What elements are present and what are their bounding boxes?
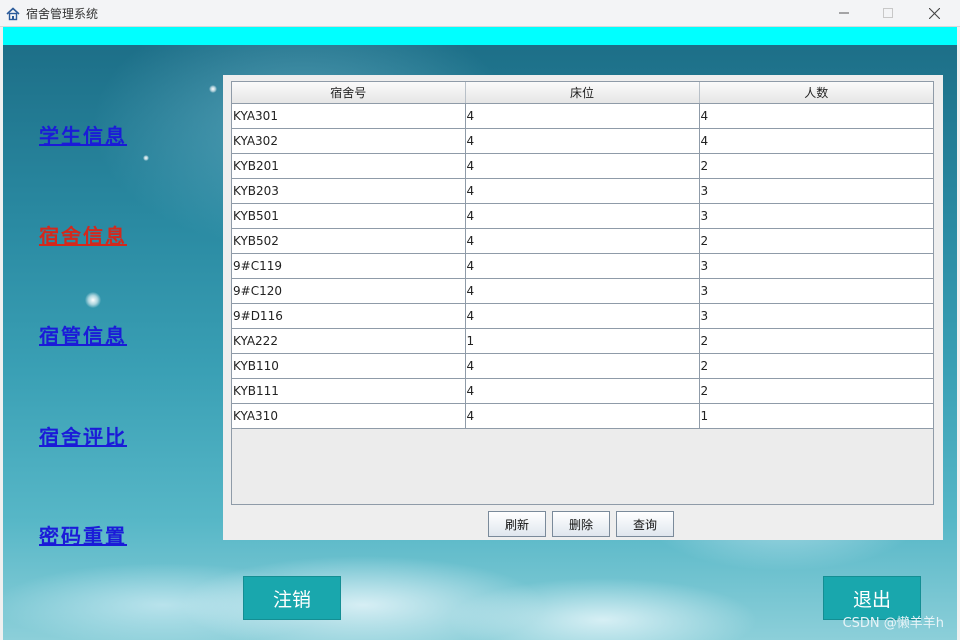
- table-row[interactable]: 9#C120 4 3: [232, 278, 933, 304]
- nav-dorm-rating[interactable]: 宿舍评比: [39, 421, 127, 450]
- table-row[interactable]: KYB111 4 2: [232, 378, 933, 404]
- table-row[interactable]: KYA302 4 4: [232, 128, 933, 154]
- table-cell[interactable]: 4: [464, 353, 700, 379]
- content-panel: 宿舍号 床位 人数 KYA301 4 4 KYA302 4 4 KYB201 4 2 KYB203…: [223, 75, 943, 540]
- table-cell[interactable]: 1: [464, 328, 700, 354]
- table-cell[interactable]: KYB111: [232, 378, 466, 404]
- table-cell[interactable]: KYA310: [232, 403, 466, 429]
- table-row[interactable]: KYB201 4 2: [232, 153, 933, 179]
- table-cell[interactable]: 4: [464, 303, 700, 329]
- table-row[interactable]: KYB110 4 2: [232, 353, 933, 379]
- table-cell[interactable]: 4: [464, 203, 700, 229]
- table-cell[interactable]: KYA302: [232, 128, 466, 154]
- table-cell[interactable]: KYB501: [232, 203, 466, 229]
- close-icon: [928, 7, 940, 19]
- dorm-table-scrollpane[interactable]: 宿舍号 床位 人数 KYA301 4 4 KYA302 4 4 KYB201 4 2 KYB203…: [231, 81, 934, 505]
- refresh-button[interactable]: 刷新: [488, 511, 546, 537]
- table-cell[interactable]: 2: [698, 153, 933, 179]
- table-cell[interactable]: 3: [698, 203, 933, 229]
- dorm-table: 宿舍号 床位 人数 KYA301 4 4 KYA302 4 4 KYB201 4 2 KYB203…: [232, 82, 933, 429]
- table-row[interactable]: KYA310 4 1: [232, 403, 933, 429]
- table-cell[interactable]: 4: [464, 278, 700, 304]
- accent-bar: [3, 27, 957, 45]
- table-row[interactable]: KYB502 4 2: [232, 228, 933, 254]
- window-title: 宿舍管理系统: [26, 7, 99, 21]
- table-cell[interactable]: KYB203: [232, 178, 466, 204]
- star-decoration: [143, 155, 149, 161]
- table-cell[interactable]: 4: [698, 103, 933, 129]
- table-cell[interactable]: 4: [464, 253, 700, 279]
- maximize-button[interactable]: [865, 0, 911, 26]
- table-cell[interactable]: 9#D116: [232, 303, 466, 329]
- logout-button[interactable]: 注销: [243, 576, 341, 620]
- nav-dorm-info[interactable]: 宿舍信息: [39, 220, 127, 249]
- table-cell[interactable]: 3: [698, 253, 933, 279]
- table-cell[interactable]: 2: [698, 328, 933, 354]
- table-cell[interactable]: KYA301: [232, 103, 466, 129]
- table-row[interactable]: KYB203 4 3: [232, 178, 933, 204]
- watermark-text: CSDN @懒羊羊h: [842, 616, 944, 631]
- table-cell[interactable]: 2: [698, 353, 933, 379]
- table-cell[interactable]: 4: [464, 228, 700, 254]
- table-cell[interactable]: 4: [464, 128, 700, 154]
- table-cell[interactable]: KYA222: [232, 328, 466, 354]
- column-header-dorm-no[interactable]: 宿舍号: [232, 82, 466, 104]
- table-cell[interactable]: 4: [464, 103, 700, 129]
- table-action-buttons: 刷新 删除 查询: [488, 511, 674, 539]
- table-row[interactable]: KYB501 4 3: [232, 203, 933, 229]
- table-cell[interactable]: KYB110: [232, 353, 466, 379]
- table-cell[interactable]: 4: [464, 403, 700, 429]
- table-row[interactable]: 9#C119 4 3: [232, 253, 933, 279]
- table-cell[interactable]: 1: [698, 403, 933, 429]
- column-header-beds[interactable]: 床位: [465, 82, 700, 104]
- table-cell[interactable]: 4: [464, 178, 700, 204]
- table-cell[interactable]: 4: [464, 378, 700, 404]
- home-icon: [6, 6, 20, 21]
- table-cell[interactable]: 9#C120: [232, 278, 466, 304]
- table-cell[interactable]: 3: [698, 303, 933, 329]
- nav-student-info[interactable]: 学生信息: [39, 120, 127, 149]
- title-bar: 宿舍管理系统: [0, 0, 960, 27]
- delete-button[interactable]: 删除: [552, 511, 610, 537]
- close-button[interactable]: [911, 0, 957, 26]
- table-row[interactable]: 9#D116 4 3: [232, 303, 933, 329]
- star-decoration: [209, 85, 217, 93]
- table-cell[interactable]: KYB201: [232, 153, 466, 179]
- table-body: KYA301 4 4 KYA302 4 4 KYB201 4 2 KYB203 4 3 KYB501 4 3…: [232, 103, 933, 429]
- nav-password-reset[interactable]: 密码重置: [39, 520, 127, 549]
- table-cell[interactable]: KYB502: [232, 228, 466, 254]
- table-row[interactable]: KYA222 1 2: [232, 328, 933, 354]
- table-header-row: 宿舍号 床位 人数: [232, 82, 933, 104]
- table-cell[interactable]: 2: [698, 378, 933, 404]
- maximize-icon: [883, 8, 893, 18]
- table-row[interactable]: KYA301 4 4: [232, 103, 933, 129]
- query-button[interactable]: 查询: [616, 511, 674, 537]
- app-window: 宿舍管理系统 学生信息 宿舍信息 宿管信息 宿舍评比 密码重置 宿舍号 床位 人…: [0, 0, 960, 640]
- minimize-icon: [839, 12, 849, 14]
- table-cell[interactable]: 4: [698, 128, 933, 154]
- nav-dorm-manager-info[interactable]: 宿管信息: [39, 320, 127, 349]
- table-cell[interactable]: 4: [464, 153, 700, 179]
- minimize-button[interactable]: [821, 0, 867, 26]
- table-cell[interactable]: 2: [698, 228, 933, 254]
- table-cell[interactable]: 3: [698, 278, 933, 304]
- table-cell[interactable]: 9#C119: [232, 253, 466, 279]
- star-decoration: [85, 292, 101, 308]
- column-header-occupants[interactable]: 人数: [699, 82, 933, 104]
- table-cell[interactable]: 3: [698, 178, 933, 204]
